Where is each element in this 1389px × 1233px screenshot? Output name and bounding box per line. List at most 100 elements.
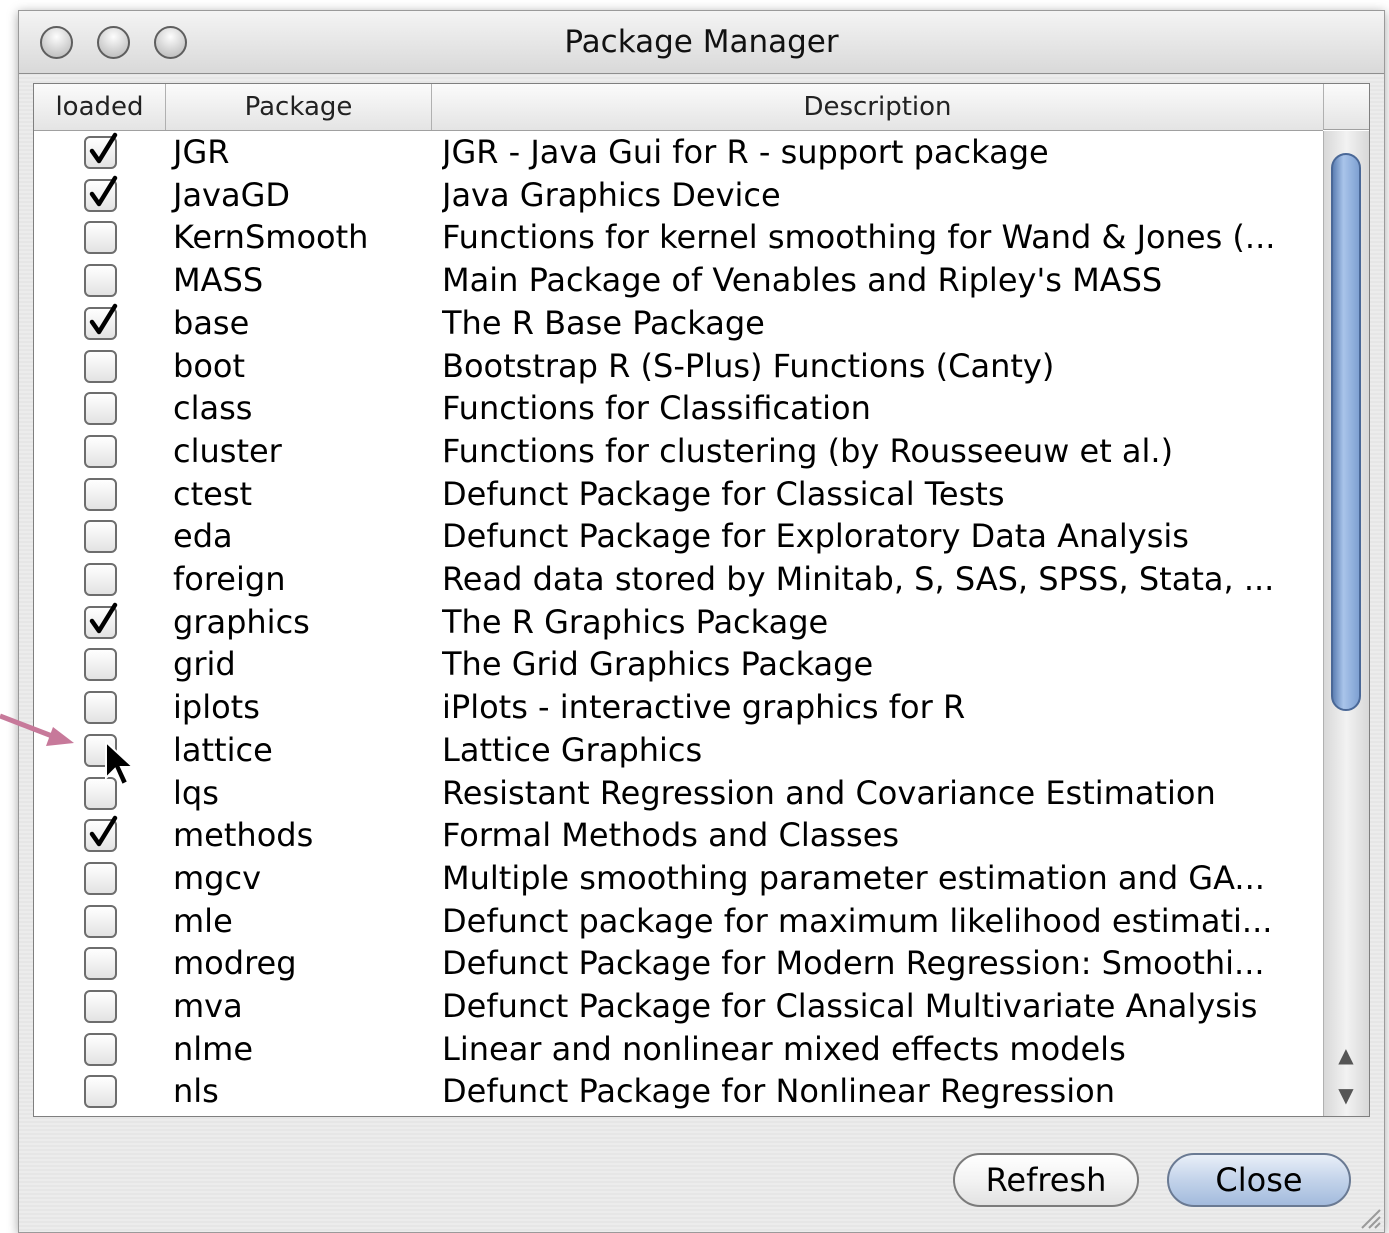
loaded-checkbox[interactable] [84,648,117,681]
package-description: Functions for kernel smoothing for Wand … [442,218,1276,256]
table-row[interactable]: KernSmooth Functions for kernel smoothing… [34,216,1323,259]
resize-grip-icon[interactable] [1356,1204,1382,1230]
table-row[interactable]: MASS Main Package of Venables and Ripley'… [34,259,1323,302]
loaded-checkbox[interactable] [84,478,117,511]
package-description: Functions for clustering (by Rousseeuw e… [442,432,1174,470]
loaded-checkbox[interactable] [84,990,117,1023]
loaded-checkbox[interactable] [84,303,118,340]
loaded-checkbox[interactable] [84,350,117,383]
package-name: boot [173,347,246,385]
package-name: methods [173,816,314,854]
close-button[interactable]: Close [1167,1153,1351,1207]
checkmark-icon [89,132,118,164]
table-row[interactable]: mva Defunct Package for Classical Multiva… [34,985,1323,1028]
package-name: iplots [173,688,260,726]
loaded-checkbox[interactable] [84,905,117,938]
package-name: class [173,389,253,427]
table-row[interactable]: nls Defunct Package for Nonlinear Regress… [34,1070,1323,1113]
package-name: MASS [173,261,264,299]
package-description: Functions for Classification [442,389,871,427]
package-name: JGR [173,133,230,171]
package-description: The R Base Package [442,304,765,342]
loaded-checkbox[interactable] [84,175,118,212]
package-name: mle [173,902,233,940]
package-description: Defunct package for maximum likelihood e… [442,902,1273,940]
loaded-checkbox[interactable] [84,862,117,895]
package-name: eda [173,517,233,555]
table-row[interactable]: modreg Defunct Package for Modern Regress… [34,942,1323,985]
window-title: Package Manager [564,24,839,60]
table-row[interactable]: JavaGD Java Graphics Device [34,174,1323,217]
scroll-down-arrow-icon[interactable]: ▼ [1324,1075,1368,1115]
loaded-checkbox[interactable] [84,132,118,169]
column-header-package[interactable]: Package [166,84,432,130]
package-name: JavaGD [173,176,291,214]
package-name: graphics [173,603,310,641]
loaded-checkbox[interactable] [84,1075,117,1108]
package-name: ctest [173,475,253,513]
table-row[interactable]: lqs Resistant Regression and Covariance E… [34,772,1323,815]
table-row[interactable]: graphics The R Graphics Package [34,601,1323,644]
package-description: Resistant Regression and Covariance Esti… [442,774,1216,812]
package-table: loaded Package Description JGR JGR - Java… [33,83,1370,1117]
package-name: lqs [173,774,219,812]
table-row[interactable]: boot Bootstrap R (S-Plus) Functions (Cant… [34,345,1323,388]
package-description: Main Package of Venables and Ripley's MA… [442,261,1163,299]
package-description: Defunct Package for Exploratory Data Ana… [442,517,1189,555]
table-row[interactable]: lattice Lattice Graphics [34,729,1323,772]
package-description: Multiple smoothing parameter estimation … [442,859,1265,897]
table-row[interactable]: mgcv Multiple smoothing parameter estimat… [34,857,1323,900]
loaded-checkbox[interactable] [84,947,117,980]
package-name: KernSmooth [173,218,369,256]
package-name: lattice [173,731,273,769]
loaded-checkbox[interactable] [84,691,117,724]
package-name: cluster [173,432,282,470]
table-row[interactable]: JGR JGR - Java Gui for R - support packag… [34,131,1323,174]
package-name: nlme [173,1030,254,1068]
table-row[interactable]: base The R Base Package [34,302,1323,345]
package-description: Read data stored by Minitab, S, SAS, SPS… [442,560,1275,598]
table-row[interactable]: grid The Grid Graphics Package [34,643,1323,686]
package-description: Defunct Package for Classical Multivaria… [442,987,1258,1025]
package-description: Defunct Package for Nonlinear Regression [442,1072,1115,1110]
table-row[interactable]: eda Defunct Package for Exploratory Data … [34,515,1323,558]
title-bar[interactable]: Package Manager [19,11,1384,74]
package-name: mva [173,987,243,1025]
table-row[interactable]: cluster Functions for clustering (by Rous… [34,430,1323,473]
loaded-checkbox[interactable] [84,264,117,297]
package-name: nls [173,1072,219,1110]
column-header-description[interactable]: Description [432,84,1323,130]
loaded-checkbox[interactable] [84,435,117,468]
package-manager-window: Package Manager loaded Package Descripti… [18,10,1385,1233]
loaded-checkbox[interactable] [84,392,117,425]
scroll-up-arrow-icon[interactable]: ▲ [1324,1035,1368,1075]
table-row[interactable]: iplots iPlots - interactive graphics for … [34,686,1323,729]
column-header-loaded[interactable]: loaded [34,84,166,130]
package-description: Lattice Graphics [442,731,703,769]
loaded-checkbox[interactable] [84,815,118,852]
package-name: base [173,304,250,342]
vertical-scrollbar[interactable]: ▲ ▼ [1323,131,1369,1116]
table-row[interactable]: foreign Read data stored by Minitab, S, S… [34,558,1323,601]
loaded-checkbox[interactable] [84,520,117,553]
table-row[interactable]: class Functions for Classification [34,387,1323,430]
annotation-arrow-icon [0,713,74,746]
package-description: iPlots - interactive graphics for R [442,688,966,726]
table-row[interactable]: mle Defunct package for maximum likelihoo… [34,900,1323,943]
scroll-thumb[interactable] [1331,153,1361,711]
loaded-checkbox[interactable] [84,221,117,254]
table-row[interactable]: nlme Linear and nonlinear mixed effects m… [34,1028,1323,1071]
package-name: modreg [173,944,297,982]
package-description: Defunct Package for Classical Tests [442,475,1005,513]
table-row[interactable]: ctest Defunct Package for Classical Tests [34,473,1323,516]
package-description: Defunct Package for Modern Regression: S… [442,944,1265,982]
loaded-checkbox[interactable] [84,602,118,639]
checkmark-icon [89,815,118,847]
package-description: The R Graphics Package [442,603,829,641]
refresh-button[interactable]: Refresh [953,1153,1139,1207]
package-name: mgcv [173,859,262,897]
loaded-checkbox[interactable] [84,563,117,596]
package-description: Formal Methods and Classes [442,816,900,854]
loaded-checkbox[interactable] [84,1033,117,1066]
table-row[interactable]: methods Formal Methods and Classes [34,814,1323,857]
